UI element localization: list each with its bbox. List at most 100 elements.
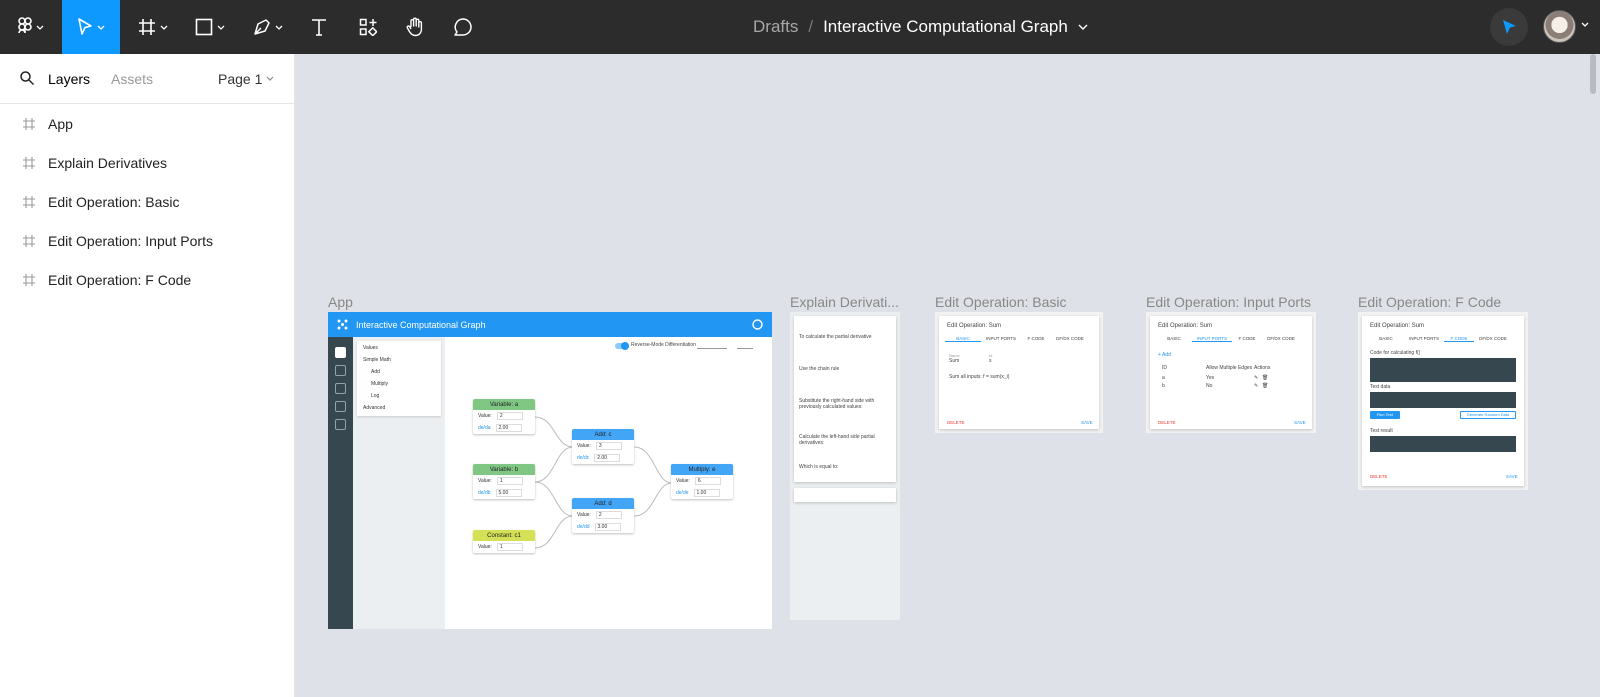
frame-label-app[interactable]: App bbox=[328, 294, 353, 310]
palette-multiply[interactable]: Multiply bbox=[371, 381, 388, 387]
deriv-link[interactable]: de/dc bbox=[577, 455, 589, 461]
value-input[interactable]: 3 bbox=[595, 442, 622, 450]
text-tool-button[interactable] bbox=[302, 0, 336, 54]
deriv-link[interactable]: de/dd bbox=[577, 524, 590, 530]
file-title[interactable]: Interactive Computational Graph bbox=[823, 17, 1068, 37]
frame-tool-button[interactable] bbox=[130, 0, 176, 54]
layer-item-explain-derivatives[interactable]: Explain Derivatives bbox=[0, 148, 295, 178]
frame-explain-derivatives[interactable]: To calculate the partial derivative Use … bbox=[790, 312, 900, 620]
tab-dfdx-code[interactable]: DF/DX CODE bbox=[1262, 336, 1300, 342]
test-result-label: Test result bbox=[1370, 428, 1393, 434]
add-port-button[interactable]: + Add bbox=[1158, 352, 1171, 358]
deriv-link[interactable]: de/da bbox=[478, 425, 491, 431]
delete-icon[interactable]: 🗑 bbox=[1262, 383, 1268, 389]
save-button[interactable]: SAVE bbox=[1506, 474, 1518, 479]
comment-tool-button[interactable] bbox=[446, 0, 480, 54]
id-input[interactable]: s bbox=[989, 358, 992, 364]
node-variable-b[interactable]: Variable: b Value: 1 de/db 5.00 bbox=[473, 464, 535, 499]
tab-input-ports[interactable]: INPUT PORTS bbox=[981, 336, 1021, 342]
vertical-scrollbar[interactable] bbox=[1590, 54, 1596, 94]
rail-icon[interactable] bbox=[335, 419, 346, 430]
save-button[interactable]: SAVE bbox=[1294, 420, 1306, 425]
frame-app[interactable]: Interactive Computational Graph Values S… bbox=[328, 312, 772, 629]
value-input[interactable]: 2 bbox=[595, 511, 622, 519]
search-icon[interactable] bbox=[20, 71, 34, 85]
delete-button[interactable]: DELETE bbox=[947, 420, 965, 425]
node-add-c[interactable]: Add: c Value: 3 de/dc 2.00 bbox=[572, 429, 634, 464]
tab-dfdx-code[interactable]: DF/DX CODE bbox=[1474, 336, 1512, 342]
tab-assets[interactable]: Assets bbox=[111, 71, 153, 87]
random-data-button[interactable]: Generate Random Data bbox=[1460, 411, 1516, 419]
main-menu-button[interactable] bbox=[10, 0, 52, 54]
tab-layers[interactable]: Layers bbox=[48, 71, 90, 87]
tab-basic[interactable]: BASIC bbox=[1156, 336, 1192, 342]
delete-icon[interactable]: 🗑 bbox=[1262, 375, 1268, 381]
tab-basic[interactable]: BASIC bbox=[1368, 336, 1404, 342]
frame-edit-input-ports[interactable]: Edit Operation: Sum BASIC INPUT PORTS F … bbox=[1146, 312, 1316, 433]
github-icon[interactable] bbox=[752, 319, 763, 330]
edit-icon[interactable]: ✎ bbox=[1254, 375, 1258, 381]
name-input[interactable]: Sum bbox=[949, 358, 959, 364]
value-input[interactable]: 2 bbox=[496, 412, 523, 420]
tab-basic[interactable]: BASIC bbox=[945, 336, 981, 342]
code-editor[interactable] bbox=[1370, 358, 1516, 382]
palette-simple-math[interactable]: Simple Math bbox=[363, 357, 391, 363]
avatar[interactable] bbox=[1543, 10, 1576, 43]
node-constant-c1[interactable]: Constant: c1 Value: 1 bbox=[473, 530, 535, 553]
edit-icon[interactable]: ✎ bbox=[1254, 383, 1258, 389]
layer-item-app[interactable]: App bbox=[0, 109, 295, 139]
resources-tool-button[interactable] bbox=[352, 0, 384, 54]
deriv-link[interactable]: de/de bbox=[676, 490, 689, 496]
add-node-icon[interactable] bbox=[335, 347, 346, 358]
rail-icon[interactable] bbox=[335, 401, 346, 412]
frame-label-explain[interactable]: Explain Derivati... bbox=[790, 294, 900, 310]
chevron-down-icon[interactable] bbox=[1581, 22, 1589, 27]
graph-area[interactable]: Reverse-Mode Differentiation Variable: a… bbox=[445, 337, 772, 629]
value-input[interactable]: 1 bbox=[496, 477, 523, 485]
palette-values[interactable]: Values bbox=[363, 345, 378, 351]
chevron-down-icon[interactable] bbox=[1078, 24, 1088, 30]
frame-edit-f-code[interactable]: Edit Operation: Sum BASIC INPUT PORTS F … bbox=[1358, 312, 1528, 490]
test-data-editor[interactable] bbox=[1370, 392, 1516, 408]
breadcrumb-drafts[interactable]: Drafts bbox=[753, 17, 798, 37]
test-result-output bbox=[1370, 436, 1516, 452]
hand-tool-button[interactable] bbox=[398, 0, 432, 54]
run-test-button[interactable]: Run Test bbox=[1370, 411, 1400, 419]
move-tool-button[interactable] bbox=[62, 0, 120, 54]
shape-tool-button[interactable] bbox=[186, 0, 234, 54]
layer-item-edit-operation-f-code[interactable]: Edit Operation: F Code bbox=[0, 265, 295, 295]
value-input[interactable]: 6 bbox=[694, 477, 721, 485]
node-variable-a[interactable]: Variable: a Value: 2 de/da 2.00 bbox=[473, 399, 535, 434]
palette-log[interactable]: Log bbox=[371, 393, 379, 399]
rail-icon[interactable] bbox=[335, 383, 346, 394]
delete-button[interactable]: DELETE bbox=[1370, 474, 1388, 479]
deriv-link[interactable]: de/db bbox=[478, 490, 491, 496]
node-add-d[interactable]: Add: d Value: 2 de/dd 3.00 bbox=[572, 498, 634, 533]
pen-tool-button[interactable] bbox=[244, 0, 292, 54]
explain-collapsed-card[interactable] bbox=[794, 488, 896, 502]
tab-f-code[interactable]: F CODE bbox=[1232, 336, 1262, 342]
value-input[interactable]: 1 bbox=[496, 543, 523, 551]
palette-add[interactable]: Add bbox=[371, 369, 380, 375]
palette-advanced[interactable]: Advanced bbox=[363, 405, 385, 411]
layer-item-edit-operation-basic[interactable]: Edit Operation: Basic bbox=[0, 187, 295, 217]
frame-edit-basic[interactable]: Edit Operation: Sum BASIC INPUT PORTS F … bbox=[935, 312, 1103, 433]
present-button[interactable] bbox=[1490, 8, 1528, 46]
delete-button[interactable]: DELETE bbox=[1158, 420, 1176, 425]
description-input[interactable]: Sum all inputs: f = sum(x_i) bbox=[949, 374, 1009, 380]
rail-icon[interactable] bbox=[335, 365, 346, 376]
tab-f-code[interactable]: F CODE bbox=[1444, 336, 1474, 342]
frame-label-basic[interactable]: Edit Operation: Basic bbox=[935, 294, 1067, 310]
node-multiply-e[interactable]: Multiply: e Value: 6 de/de 1.00 bbox=[671, 464, 733, 499]
tab-dfdx-code[interactable]: DF/DX CODE bbox=[1051, 336, 1089, 342]
save-button[interactable]: SAVE bbox=[1081, 420, 1093, 425]
canvas[interactable]: App Interactive Computational Graph Valu… bbox=[296, 54, 1600, 697]
frame-label-ports[interactable]: Edit Operation: Input Ports bbox=[1146, 294, 1311, 310]
tab-f-code[interactable]: F CODE bbox=[1021, 336, 1051, 342]
page-selector[interactable]: Page 1 bbox=[218, 71, 262, 87]
layer-item-edit-operation-input-ports[interactable]: Edit Operation: Input Ports bbox=[0, 226, 295, 256]
chevron-down-icon[interactable] bbox=[266, 76, 274, 81]
tab-input-ports[interactable]: INPUT PORTS bbox=[1192, 336, 1232, 342]
tab-input-ports[interactable]: INPUT PORTS bbox=[1404, 336, 1444, 342]
frame-label-fcode[interactable]: Edit Operation: F Code bbox=[1358, 294, 1501, 310]
